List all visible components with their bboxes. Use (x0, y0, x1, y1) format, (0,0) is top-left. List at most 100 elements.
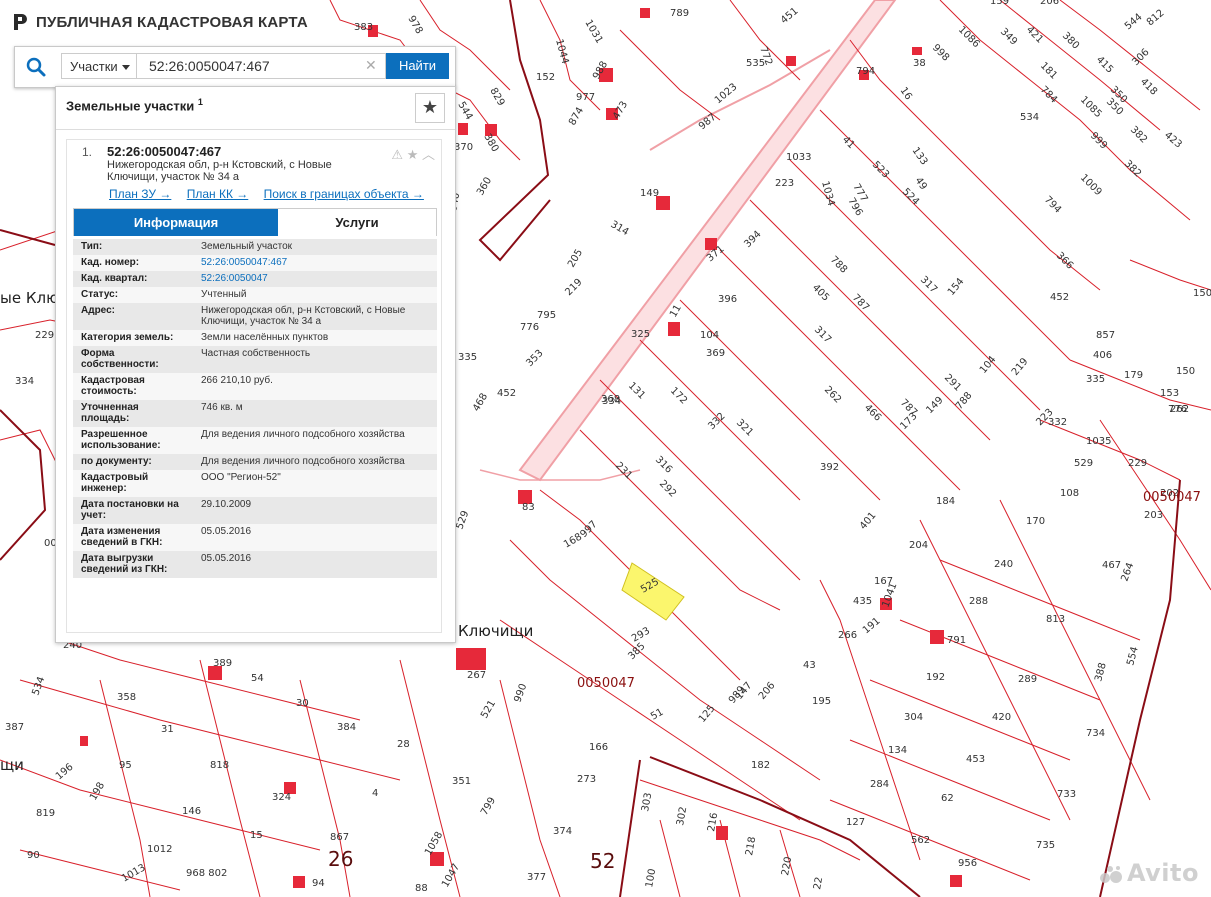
parcel-number-label: 857 (1096, 330, 1115, 341)
logo-icon (14, 14, 27, 30)
parcel-number-label: 789 (670, 8, 689, 19)
parcel-number-label: 435 (853, 596, 872, 607)
search-type-select[interactable]: Участки (61, 53, 137, 79)
parcel-number-label: 794 (856, 66, 875, 77)
info-row: Дата изменения сведений в ГКН: 05.05.2016 (73, 524, 437, 551)
clear-icon[interactable]: ✕ (365, 57, 377, 74)
parcel-number-label: 179 (1124, 370, 1143, 381)
info-key: Тип: (73, 239, 193, 255)
warning-icon[interactable]: ⚠ (391, 147, 403, 162)
search-in-bounds-link[interactable]: Поиск в границах объекта → (264, 187, 424, 201)
parcel-number-label: 1033 (786, 152, 811, 163)
search-icon[interactable] (25, 56, 47, 78)
parcel-number-label: 735 (1036, 840, 1055, 851)
district-label-52: 52 (590, 849, 615, 873)
parcel-number-label: 229 (1128, 458, 1147, 469)
parcel-number-label: 776 (520, 322, 539, 333)
info-key: по документу: (73, 454, 193, 470)
parcel-number-label: 334 (602, 396, 621, 407)
parcel-number-label: 535 (746, 58, 765, 69)
search-input[interactable]: 52:26:0050047:467 (136, 53, 386, 79)
parcel-number-label: 453 (966, 754, 985, 765)
parcel-number-label: 83 (522, 502, 535, 513)
quarter-label-1: 0050047 (577, 676, 635, 691)
place-label-klyuchishchi: Ключищи (458, 622, 533, 640)
info-key: Кадастровый инженер: (73, 470, 193, 497)
parcel-number-label: 182 (751, 760, 770, 771)
parcel-number-label: 335 (1086, 374, 1105, 385)
tab-info[interactable]: Информация (74, 209, 278, 236)
result-links: План ЗУ → План КК → Поиск в границах объ… (109, 187, 436, 201)
find-button[interactable]: Найти (386, 53, 449, 79)
chevron-up-icon[interactable]: ︿ (422, 147, 435, 162)
parcel-number-label: 54 (251, 673, 264, 684)
info-key: Адрес: (73, 303, 193, 330)
info-value: Для ведения личного подсобного хозяйства (193, 427, 437, 454)
info-row: Форма собственности: Частная собственност… (73, 346, 437, 373)
parcel-number-label: 149 (640, 188, 659, 199)
result-card[interactable]: 1. 52:26:0050047:467 Нижегородская обл, … (66, 139, 442, 633)
parcel-number-label: 153 (1160, 388, 1179, 399)
plan-zu-link[interactable]: План ЗУ → (109, 187, 171, 201)
info-row: Кад. квартал: 52:26:0050047 (73, 271, 437, 287)
parcel-number-label: 104 (700, 330, 719, 341)
parcel-number-label: 240 (994, 559, 1013, 570)
info-row: Тип: Земельный участок (73, 239, 437, 255)
star-icon: ★ (421, 97, 439, 117)
parcel-number-label: 195 (812, 696, 831, 707)
parcel-number-label: 406 (1093, 350, 1112, 361)
parcel-number-label: 273 (577, 774, 596, 785)
info-value: 266 210,10 руб. (193, 373, 437, 400)
info-row: Адрес: Нижегородская обл, р-н Кстовский, … (73, 303, 437, 330)
parcel-number-label: 4 (372, 788, 378, 799)
plan-kk-link[interactable]: План КК → (187, 187, 249, 201)
parcel-number-label: 733 (1057, 789, 1076, 800)
parcel-number-label: 968 802 (186, 868, 227, 879)
app-title: ПУБЛИЧНАЯ КАДАСТРОВАЯ КАРТА (36, 13, 308, 31)
favorites-button[interactable]: ★ (415, 93, 445, 123)
result-number: 1. (82, 145, 93, 159)
info-value: Частная собственность (193, 346, 437, 373)
parcel-number-label: 813 (1046, 614, 1065, 625)
search-bar: Участки 52:26:0050047:467 ✕ Найти (14, 46, 456, 88)
parcel-number-label: 127 (846, 817, 865, 828)
watermark: Avito (1099, 859, 1199, 887)
parcel-number-label: 150 (1176, 366, 1195, 377)
star-icon[interactable]: ★ (407, 147, 419, 162)
info-value: Земельный участок (193, 239, 437, 255)
parcel-number-label: 374 (553, 826, 572, 837)
parcel-number-label: 335 (458, 352, 477, 363)
parcel-number-label: 204 (909, 540, 928, 551)
info-row: Кад. номер: 52:26:0050047:467 (73, 255, 437, 271)
quarter-label-2: 0050047 (1143, 490, 1201, 505)
info-value: 29.10.2009 (193, 497, 437, 524)
parcel-number-label: 452 (497, 388, 516, 399)
tab-services[interactable]: Услуги (278, 209, 436, 236)
info-key: Разрешенное использование: (73, 427, 193, 454)
parcel-number-label: 383 (354, 22, 373, 33)
info-row: Разрешенное использование: Для ведения ли… (73, 427, 437, 454)
parcel-number-label: 166 (589, 742, 608, 753)
info-key: Дата постановки на учет: (73, 497, 193, 524)
result-cadnum: 52:26:0050047:467 (107, 144, 222, 159)
parcel-number-label: 43 (803, 660, 816, 671)
parcel-number-label: 95 (119, 760, 132, 771)
info-value[interactable]: 52:26:0050047:467 (193, 255, 437, 271)
parcel-number-label: 152 (536, 72, 555, 83)
avito-logo-icon (1099, 866, 1122, 883)
parcel-number-label: 184 (936, 496, 955, 507)
parcel-number-label: 334 (15, 376, 34, 387)
info-value: Учтенный (193, 287, 437, 303)
info-row: Дата выгрузки сведений из ГКН: 05.05.2016 (73, 551, 437, 578)
parcel-number-label: 289 (1018, 674, 1037, 685)
info-value[interactable]: 52:26:0050047 (193, 271, 437, 287)
tabs: Информация Услуги (73, 208, 437, 236)
parcel-number-label: 819 (36, 808, 55, 819)
info-key: Уточненная площадь: (73, 400, 193, 427)
parcel-number-label: 94 (312, 878, 325, 889)
parcel-number-label: 369 (706, 348, 725, 359)
info-key: Дата выгрузки сведений из ГКН: (73, 551, 193, 578)
parcel-number-label: 159 (990, 0, 1009, 7)
parcel-number-label: 90 (27, 850, 40, 861)
parcel-number-label: 358 (117, 692, 136, 703)
